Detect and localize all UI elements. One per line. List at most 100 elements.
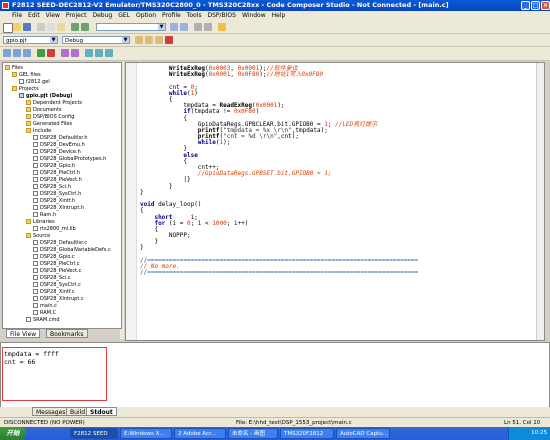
- task-acrobat[interactable]: 2 Adobe Acr...: [174, 428, 226, 439]
- menu-help[interactable]: Help: [272, 12, 286, 19]
- chevron-down-icon: ▼: [50, 37, 57, 43]
- compile-icon[interactable]: [135, 36, 143, 44]
- window-title: F2812 SEED-DEC2812-V2 Emulator/TMS320C28…: [12, 1, 449, 9]
- task-paint[interactable]: 未命名 - 画图: [228, 428, 278, 439]
- run-icon[interactable]: [37, 49, 45, 57]
- folder-icon: [26, 219, 31, 224]
- file-icon: [33, 184, 38, 189]
- standard-toolbar: ▼: [0, 21, 550, 34]
- task-autocad[interactable]: AutoCAD Captu...: [336, 428, 390, 439]
- tab-messages[interactable]: Messages: [32, 407, 70, 416]
- file-icon: [33, 142, 38, 147]
- file-icon: [33, 303, 38, 308]
- new-file-icon[interactable]: [3, 23, 13, 33]
- minimize-button[interactable]: _: [521, 1, 530, 10]
- menu-dspbios[interactable]: DSP/BIOS: [207, 12, 236, 19]
- project-select[interactable]: gpio.pjt ▼: [3, 36, 58, 44]
- open-folder-icon[interactable]: [13, 23, 21, 31]
- task-ccs[interactable]: F2812 SEED: [70, 428, 118, 439]
- file-icon: [33, 163, 38, 168]
- tab-bookmarks[interactable]: Bookmarks: [46, 329, 88, 338]
- editor-gutter[interactable]: [126, 63, 137, 340]
- close-button[interactable]: ×: [541, 1, 550, 10]
- undo-icon[interactable]: [71, 23, 79, 31]
- cut-icon[interactable]: [37, 23, 45, 31]
- system-tray: 10:25: [508, 427, 550, 440]
- tree-item[interactable]: SRAM.cmd: [26, 316, 60, 324]
- build-icon[interactable]: [145, 36, 153, 44]
- tab-stdout[interactable]: Stdout: [86, 407, 117, 416]
- find-combo[interactable]: ▼: [96, 23, 166, 31]
- bookmark-icon[interactable]: [194, 23, 202, 31]
- find-icon[interactable]: [170, 23, 178, 31]
- stdout-text: tmpdata = ffff cnt = 66: [4, 350, 59, 366]
- debug-toolbar: [0, 47, 550, 61]
- menu-edit[interactable]: Edit: [28, 12, 40, 19]
- menu-window[interactable]: Window: [242, 12, 266, 19]
- step-into-icon[interactable]: [3, 49, 11, 57]
- maximize-button[interactable]: □: [531, 1, 540, 10]
- probe-point-icon[interactable]: [71, 49, 79, 57]
- file-icon: [33, 247, 38, 252]
- file-icon: [33, 205, 38, 210]
- file-icon: [33, 254, 38, 259]
- step-out-icon[interactable]: [23, 49, 31, 57]
- folder-icon: [26, 233, 31, 238]
- file-icon: [33, 289, 38, 294]
- code-line[interactable]: //======================================…: [140, 257, 418, 264]
- chevron-down-icon: ▼: [122, 37, 129, 43]
- menu-profile[interactable]: Profile: [162, 12, 181, 19]
- redo-icon[interactable]: [81, 23, 89, 31]
- step-over-icon[interactable]: [13, 49, 21, 57]
- registers-icon[interactable]: [105, 49, 113, 57]
- memory-icon[interactable]: [95, 49, 103, 57]
- stop-build-icon[interactable]: [165, 36, 173, 44]
- code-line[interactable]: //======================================…: [140, 270, 418, 276]
- project-icon: [19, 93, 24, 98]
- menu-tools[interactable]: Tools: [187, 12, 202, 19]
- find-next-icon[interactable]: [180, 23, 188, 31]
- file-icon: [33, 170, 38, 175]
- editor-scrollbar[interactable]: [536, 63, 544, 340]
- file-icon: [19, 79, 24, 84]
- file-icon: [33, 226, 38, 231]
- folder-icon: [26, 114, 31, 119]
- tree-item-label: SRAM.cmd: [33, 317, 60, 323]
- file-icon: [33, 261, 38, 266]
- file-icon: [33, 156, 38, 161]
- watch-icon[interactable]: [85, 49, 93, 57]
- config-select[interactable]: Debug ▼: [62, 36, 130, 44]
- file-icon: [33, 275, 38, 280]
- next-bookmark-icon[interactable]: [204, 23, 212, 31]
- code-editor[interactable]: WriteExReg(0x0003, 0x0001);//软件复位 WriteE…: [125, 62, 545, 341]
- task-tms[interactable]: TMS320F2812: [280, 428, 334, 439]
- file-icon: [33, 149, 38, 154]
- menu-gel[interactable]: GEL: [118, 12, 130, 19]
- breakpoint-icon[interactable]: [61, 49, 69, 57]
- file-icon: [33, 177, 38, 182]
- folder-icon: [26, 100, 31, 105]
- tab-file-view[interactable]: File View: [6, 329, 41, 338]
- help-icon[interactable]: [218, 23, 226, 31]
- menu-file[interactable]: File: [12, 12, 22, 19]
- halt-icon[interactable]: [47, 49, 55, 57]
- task-explorer[interactable]: E:Windows X...: [120, 428, 172, 439]
- file-icon: [33, 198, 38, 203]
- file-icon: [33, 296, 38, 301]
- file-icon: [33, 282, 38, 287]
- file-icon: [33, 268, 38, 273]
- file-icon: [33, 135, 38, 140]
- file-icon: [33, 310, 38, 315]
- rebuild-icon[interactable]: [155, 36, 163, 44]
- start-button[interactable]: 开始: [0, 427, 26, 440]
- copy-icon[interactable]: [47, 23, 55, 31]
- menu-option[interactable]: Option: [136, 12, 156, 19]
- menu-project[interactable]: Project: [66, 12, 87, 19]
- save-icon[interactable]: [23, 23, 31, 31]
- folder-icon: [26, 121, 31, 126]
- paste-icon[interactable]: [57, 23, 65, 31]
- folder-icon: [12, 72, 17, 77]
- code-text[interactable]: WriteExReg(0x0003, 0x0001);//软件复位 WriteE…: [140, 65, 418, 276]
- menu-view[interactable]: View: [46, 12, 60, 19]
- menu-debug[interactable]: Debug: [92, 12, 112, 19]
